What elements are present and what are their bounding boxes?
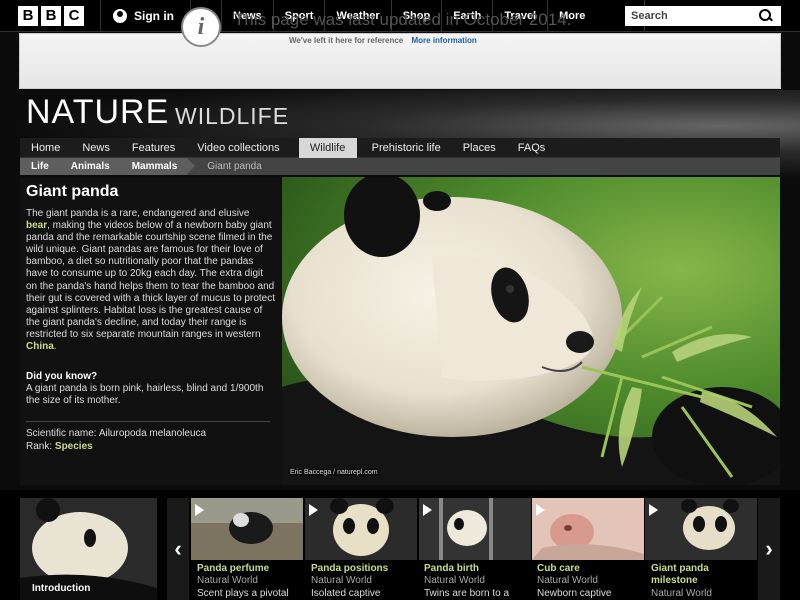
video-description: Isolated captive: [311, 588, 381, 599]
chevron-right-icon: ›: [765, 536, 773, 561]
secnav-faqs[interactable]: FAQs: [507, 138, 557, 158]
divider: [26, 421, 270, 422]
china-link[interactable]: China: [26, 341, 54, 352]
sign-in-label: Sign in: [134, 8, 174, 23]
play-icon: [195, 504, 204, 516]
info-icon: i: [181, 7, 221, 47]
video-source: Natural World: [424, 575, 485, 586]
thumb-image: [645, 498, 757, 560]
notice-subtext: We've left it here for reference More in…: [289, 36, 477, 45]
video-source: Natural World: [651, 588, 712, 599]
sci-value: Ailuropoda melanoleuca: [98, 428, 207, 439]
species-rank-link[interactable]: Species: [55, 441, 93, 452]
thumb-image: [532, 498, 644, 560]
secnav-video-collections[interactable]: Video collections: [186, 138, 290, 158]
thumb-image: [419, 498, 531, 560]
notice-sub-label: We've left it here for reference: [289, 36, 404, 45]
did-you-know-text: A giant panda is born pink, hairless, bl…: [26, 383, 264, 406]
video-source: Natural World: [537, 575, 598, 586]
play-icon: [649, 504, 658, 516]
bear-link[interactable]: bear: [26, 220, 47, 231]
video-thumb-giant-panda-milestone[interactable]: [645, 498, 757, 560]
sign-in-link[interactable]: Sign in: [100, 0, 191, 32]
notice-title: This page was last updated in October 20…: [234, 10, 572, 29]
video-description: Twins are born to a: [424, 588, 510, 599]
video-thumb-panda-perfume[interactable]: [191, 498, 303, 560]
video-title[interactable]: Panda positions: [311, 563, 421, 575]
search-input[interactable]: [625, 7, 755, 25]
desc-text: .: [53, 341, 57, 353]
secnav-features[interactable]: Features: [121, 138, 186, 158]
sci-label: Scientific name:: [26, 428, 99, 439]
video-title[interactable]: Giant panda milestone: [651, 563, 751, 587]
breadcrumb-animals[interactable]: Animals: [58, 158, 128, 175]
logo-letter: C: [64, 5, 84, 26]
page-title: Giant panda: [26, 183, 119, 200]
logo-letter: B: [41, 5, 61, 26]
breadcrumb-mammals[interactable]: Mammals: [119, 158, 195, 175]
video-source: Natural World: [311, 575, 372, 586]
intro-label: Introduction: [32, 583, 91, 594]
secnav-home[interactable]: Home: [20, 138, 71, 158]
chevron-left-icon: ‹: [174, 536, 182, 561]
did-you-know-heading: Did you know?: [26, 371, 98, 382]
play-icon: [536, 504, 545, 516]
logo-letter: B: [18, 5, 38, 26]
species-description: The giant panda is a rare, endangered an…: [26, 208, 276, 353]
breadcrumb-life[interactable]: Life: [20, 158, 67, 175]
secnav-news[interactable]: News: [71, 138, 121, 158]
video-title[interactable]: Panda perfume: [197, 563, 307, 575]
video-description: Newborn captive: [537, 588, 612, 599]
breadcrumb: Life Animals Mammals Giant panda: [20, 158, 780, 175]
video-title[interactable]: Cub care: [537, 563, 647, 575]
site-title[interactable]: NATURE: [26, 93, 169, 132]
video-thumb-cub-care[interactable]: [532, 498, 644, 560]
bbc-logo[interactable]: B B C: [18, 5, 84, 26]
thumb-image: [305, 498, 417, 560]
secnav-prehistoric-life[interactable]: Prehistoric life: [361, 138, 452, 158]
desc-text: The giant panda is a rare, endangered an…: [26, 208, 250, 219]
video-source: Natural World: [197, 575, 258, 586]
photo-credit: Eric Baccega / naturepl.com: [288, 469, 380, 476]
more-information-link[interactable]: More information: [411, 36, 476, 45]
rank: Rank: Species: [26, 441, 93, 452]
scientific-name: Scientific name: Ailuropoda melanoleuca: [26, 428, 206, 439]
panda-illustration: [282, 177, 780, 485]
user-icon: [113, 8, 127, 23]
desc-text: , making the videos below of a newborn b…: [26, 220, 275, 340]
secnav-places[interactable]: Places: [452, 138, 507, 158]
thumb-image: [191, 498, 303, 560]
section-title: WILDLIFE: [175, 103, 290, 129]
secnav-wildlife[interactable]: Wildlife: [298, 138, 357, 158]
carousel-prev-button[interactable]: ‹: [167, 498, 189, 600]
search-icon[interactable]: [759, 9, 773, 23]
video-title[interactable]: Panda birth: [424, 563, 534, 575]
video-description: Scent plays a pivotal: [197, 588, 289, 599]
search-box: [625, 6, 781, 26]
rank-label: Rank:: [26, 441, 55, 452]
hero-image: [282, 177, 780, 485]
section-nav: Home News Features Video collections Wil…: [20, 138, 780, 158]
play-icon: [423, 504, 432, 516]
carousel-next-button[interactable]: ›: [758, 498, 780, 600]
play-icon: [309, 504, 318, 516]
video-thumb-panda-birth[interactable]: [419, 498, 531, 560]
video-thumb-panda-positions[interactable]: [305, 498, 417, 560]
breadcrumb-current: Giant panda: [207, 161, 262, 172]
